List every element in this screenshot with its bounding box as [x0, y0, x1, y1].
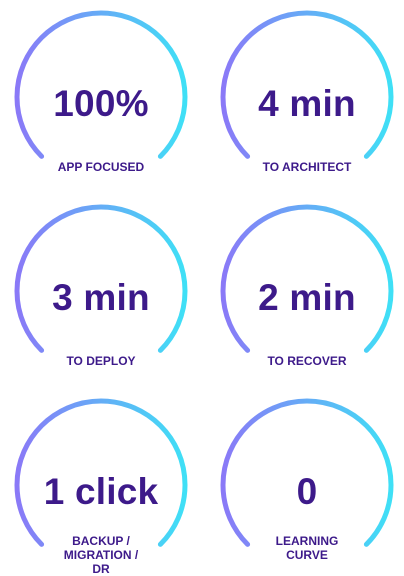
- stat-to-recover: 2 min TO RECOVER: [220, 204, 394, 376]
- stat-value: 100%: [53, 83, 149, 124]
- stat-label: BACKUP / MIGRATION / DR: [63, 534, 139, 576]
- stat-label: TO RECOVER: [267, 354, 347, 368]
- stat-app-focused: 100% APP FOCUSED: [14, 10, 188, 182]
- stat-value: 0: [296, 471, 318, 512]
- stat-label: APP FOCUSED: [57, 160, 145, 174]
- stat-value: 4 min: [258, 83, 356, 124]
- stat-value: 2 min: [258, 277, 356, 318]
- stat-learning-curve: 0 LEARNING CURVE: [220, 398, 394, 570]
- stat-label: TO DEPLOY: [66, 354, 136, 368]
- stat-label: TO ARCHITECT: [262, 160, 352, 174]
- stat-value: 1 click: [43, 471, 159, 512]
- stat-value: 3 min: [52, 277, 150, 318]
- stat-backup-migration-dr: 1 click BACKUP / MIGRATION / DR: [14, 398, 188, 576]
- stat-to-deploy: 3 min TO DEPLOY: [14, 204, 188, 376]
- stat-to-architect: 4 min TO ARCHITECT: [220, 10, 394, 182]
- stats-grid: 100% APP FOCUSED 4 min TO ARCHITECT 3 mi…: [0, 0, 404, 576]
- stat-label: LEARNING CURVE: [275, 534, 339, 562]
